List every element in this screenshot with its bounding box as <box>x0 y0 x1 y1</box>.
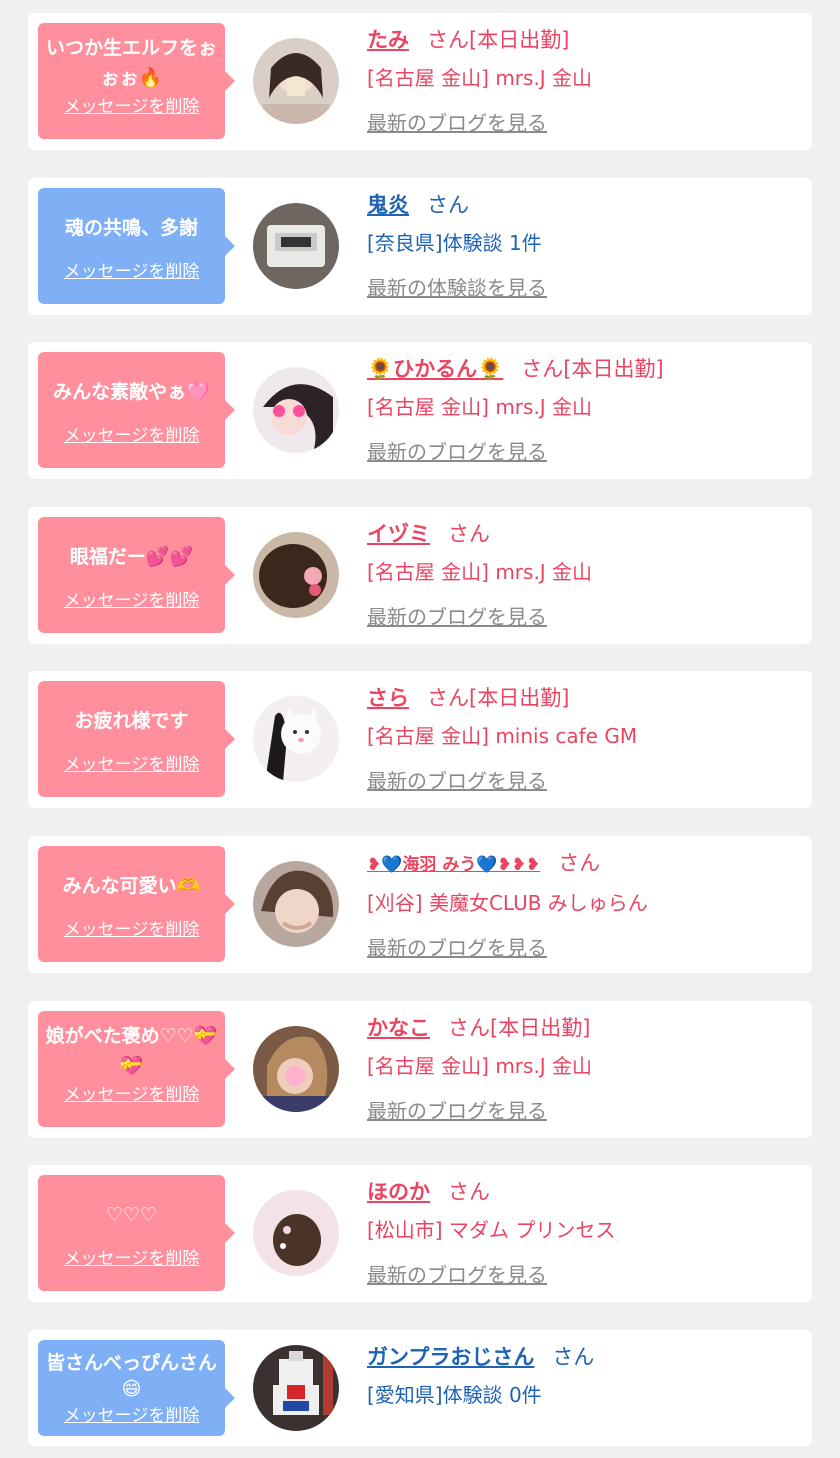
message-text: みんな可愛い🫶 <box>62 875 201 897</box>
user-name-link[interactable]: 🌻ひかるん🌻 <box>367 357 503 381</box>
user-honorific: さん <box>448 522 490 546</box>
user-honorific: さん[本日出勤] <box>521 357 664 381</box>
message-text: お疲れ様です <box>74 710 189 732</box>
latest-blog-link[interactable]: 最新のブログを見る <box>367 767 802 795</box>
latest-blog-link[interactable]: 最新のブログを見る <box>367 109 802 137</box>
hair-photo-avatar[interactable] <box>253 532 339 618</box>
latest-review-link[interactable]: 最新の体験談を見る <box>367 274 802 302</box>
shop-info: [名古屋 金山] mrs.J 金山 <box>367 1054 593 1078</box>
user-honorific: さん[本日出勤] <box>448 1016 591 1040</box>
user-name-link[interactable]: ❥💙海羽 みう💙❥❥❥ <box>367 855 540 875</box>
user-honorific: さん[本日出勤] <box>427 28 570 52</box>
message-bubble: 魂の共鳴、多謝 メッセージを削除 <box>38 188 235 304</box>
user-honorific: さん <box>448 1180 490 1204</box>
delete-message-link[interactable]: メッセージを削除 <box>64 1083 200 1107</box>
shop-info: [名古屋 金山] mrs.J 金山 <box>367 66 593 90</box>
message-text: いつか生エルフをぉぉぉ🔥 <box>45 37 217 89</box>
clock-display-avatar[interactable] <box>253 203 339 289</box>
message-text: 魂の共鳴、多謝 <box>64 217 198 239</box>
delete-message-link[interactable]: メッセージを削除 <box>64 1404 200 1428</box>
message-bubble: いつか生エルフをぉぉぉ🔥 メッセージを削除 <box>38 23 235 139</box>
user-name-link[interactable]: ほのか <box>367 1180 430 1204</box>
delete-message-link[interactable]: メッセージを削除 <box>64 95 200 119</box>
message-card: ♡♡♡ メッセージを削除 ほのか さん [松山市] マダム プリンセス 最新のブロ… <box>28 1165 812 1302</box>
user-honorific: さん <box>552 1345 595 1369</box>
user-name-link[interactable]: たみ <box>367 28 409 52</box>
message-bubble: 眼福だー💕💕 メッセージを削除 <box>38 517 235 633</box>
latest-blog-link[interactable]: 最新のブログを見る <box>367 438 802 466</box>
shop-info: [名古屋 金山] mrs.J 金山 <box>367 560 593 584</box>
message-card: 魂の共鳴、多謝 メッセージを削除 鬼炎 さん [奈良県]体験談 1件 最新の体験談… <box>28 178 812 315</box>
delete-message-link[interactable]: メッセージを削除 <box>64 918 200 942</box>
message-card: いつか生エルフをぉぉぉ🔥 メッセージを削除 たみ さん[本日出勤] [名古屋 金山… <box>28 13 812 150</box>
hair-photo-avatar[interactable] <box>253 1190 339 1276</box>
message-text: 娘がべた褒め♡♡💝💝 <box>45 1025 218 1077</box>
shop-info: [松山市] マダム プリンセス <box>367 1218 616 1242</box>
message-bubble: 皆さんべっぴんさん😄 メッセージを削除 <box>38 1340 235 1436</box>
delete-message-link[interactable]: メッセージを削除 <box>64 753 200 777</box>
message-text: みんな素敵やぁ🩷 <box>53 381 210 403</box>
user-name-link[interactable]: ガンプラおじさん <box>367 1345 534 1369</box>
user-name-link[interactable]: 鬼炎 <box>367 193 409 217</box>
shop-info: [名古屋 金山] mrs.J 金山 <box>367 395 593 419</box>
message-card: 娘がべた褒め♡♡💝💝 メッセージを削除 かなこ さん[本日出勤] [名古屋 金山]… <box>28 1001 812 1138</box>
message-bubble: みんな可愛い🫶 メッセージを削除 <box>38 846 235 962</box>
message-card: 眼福だー💕💕 メッセージを削除 イヅミ さん [名古屋 金山] mrs.J 金山 … <box>28 507 812 644</box>
latest-blog-link[interactable]: 最新のブログを見る <box>367 603 802 631</box>
message-card: みんな可愛い🫶 メッセージを削除 ❥💙海羽 みう💙❥❥❥ さん [刈谷] 美魔女C… <box>28 836 812 973</box>
delete-message-link[interactable]: メッセージを削除 <box>64 424 200 448</box>
user-name-link[interactable]: かなこ <box>367 1016 430 1040</box>
message-card: 皆さんべっぴんさん😄 メッセージを削除 ガンプラおじさん さん [愛知県]体験談 … <box>28 1330 812 1446</box>
delete-message-link[interactable]: メッセージを削除 <box>64 1247 200 1271</box>
message-card: お疲れ様です メッセージを削除 さら さん[本日出勤] [名古屋 金山] mini… <box>28 671 812 808</box>
shop-info: [愛知県]体験談 0件 <box>367 1383 542 1407</box>
shop-info: [名古屋 金山] minis cafe GM <box>367 724 638 748</box>
user-honorific: さん <box>558 851 601 875</box>
woman-photo-avatar[interactable] <box>253 38 339 124</box>
latest-blog-link[interactable]: 最新のブログを見る <box>367 934 802 962</box>
delete-message-link[interactable]: メッセージを削除 <box>64 589 200 613</box>
cat-plush-photo-avatar[interactable] <box>253 696 339 782</box>
woman-photo-avatar[interactable] <box>253 1026 339 1112</box>
latest-blog-link[interactable]: 最新のブログを見る <box>367 1261 802 1289</box>
user-honorific: さん <box>427 193 469 217</box>
latest-blog-link[interactable]: 最新のブログを見る <box>367 1097 802 1125</box>
message-text: 眼福だー💕💕 <box>69 546 194 568</box>
message-bubble: みんな素敵やぁ🩷 メッセージを削除 <box>38 352 235 468</box>
message-text: 皆さんべっぴんさん😄 <box>45 1352 217 1400</box>
message-bubble: ♡♡♡ メッセージを削除 <box>38 1175 235 1291</box>
user-name-link[interactable]: さら <box>367 686 409 710</box>
woman-photo-avatar[interactable] <box>253 367 339 453</box>
message-text: ♡♡♡ <box>105 1204 158 1226</box>
robot-model-avatar[interactable] <box>253 1345 339 1431</box>
shop-info: [奈良県]体験談 1件 <box>367 231 542 255</box>
shop-info: [刈谷] 美魔女CLUB みしゅらん <box>367 891 648 915</box>
user-name-link[interactable]: イヅミ <box>367 522 430 546</box>
message-card: みんな素敵やぁ🩷 メッセージを削除 🌻ひかるん🌻 さん[本日出勤] [名古屋 金山… <box>28 342 812 479</box>
user-honorific: さん[本日出勤] <box>427 686 570 710</box>
woman-photo-avatar[interactable] <box>253 861 339 947</box>
delete-message-link[interactable]: メッセージを削除 <box>64 260 200 284</box>
message-bubble: お疲れ様です メッセージを削除 <box>38 681 235 797</box>
message-bubble: 娘がべた褒め♡♡💝💝 メッセージを削除 <box>38 1011 235 1127</box>
